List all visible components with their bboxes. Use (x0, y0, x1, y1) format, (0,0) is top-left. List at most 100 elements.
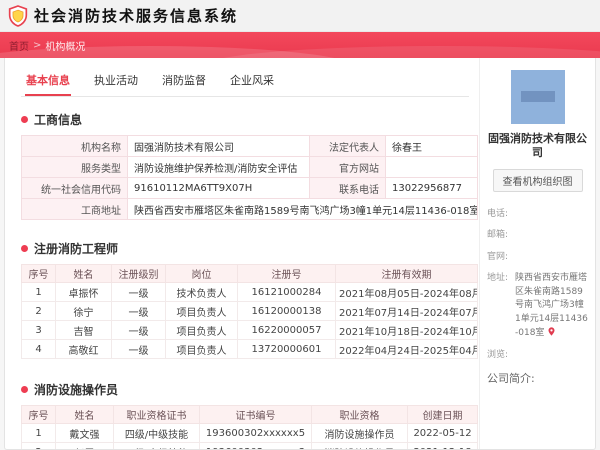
app-header: 社会消防技术服务信息系统 (0, 0, 600, 32)
column-header: 岗位 (165, 264, 238, 283)
table-cell: 2022年04月24日-2025年04月24日 (335, 339, 478, 359)
app-title: 社会消防技术服务信息系统 (34, 7, 239, 25)
table-cell: 高敬红 (55, 339, 112, 359)
column-header: 姓名 (55, 405, 114, 424)
page: 社会消防技术服务信息系统 首页 > 机构概况 基本信息 执业活动 消防监督 企业风采 … (0, 0, 600, 450)
business-info-table: 机构名称 固强消防技术有限公司 法定代表人 徐春王 服务类型 消防设施维护保养检测/消防安… (21, 135, 478, 220)
table-header-row: 序号 姓名 注册级别 岗位 注册号 注册有效期 (21, 264, 478, 283)
field-label: 官方网站 (309, 156, 386, 178)
column-header: 注册级别 (111, 264, 166, 283)
company-intro-label: 公司简介: (487, 372, 535, 386)
table-cell: 2022-05-12 (407, 423, 478, 443)
sidebar-field-label: 官网: (487, 251, 509, 262)
sidebar-field-label: 邮箱: (487, 230, 509, 241)
operators-table: 序号 姓名 职业资格证书 证书编号 职业资格 创建日期 1 戴文强 四级/中级技能 1936003… (21, 405, 478, 449)
tab-企业风采[interactable]: 企业风采 (229, 68, 275, 96)
table-cell: 吉智 (55, 320, 112, 340)
table-cell: 193600302xxxxxx5 (199, 423, 312, 443)
section-title-operators: 消防设施操作员 (34, 383, 119, 397)
company-sidebar: 固强消防技术有限公司 查看机构组织图 电话: 邮箱: 官网: 地址: 陕西省西安市雁塔区… (479, 58, 595, 449)
sidebar-field: 邮箱: (487, 229, 588, 243)
business-row: 统一社会信用代码 91610112MA6TT9X07H 联系电话 1302295687… (21, 177, 478, 199)
section-engineers: 注册消防工程师 序号 姓名 注册级别 岗位 注册号 注册有效期 1 卓振怀 一级 技术负责人 161… (21, 240, 478, 359)
table-cell: 消防设施操作员 (311, 442, 408, 449)
table-row: 2 徐宁 一级 项目负责人 16120000138 2021年07月14日-2024年07… (21, 301, 478, 321)
field-label: 统一社会信用代码 (21, 177, 128, 199)
column-header: 职业资格证书 (113, 405, 200, 424)
table-cell: 2021年08月05日-2024年08月05日 (335, 282, 478, 302)
table-cell: 技术负责人 (165, 282, 238, 302)
field-label: 机构名称 (21, 135, 128, 157)
tab-消防监督[interactable]: 消防监督 (161, 68, 207, 96)
column-header: 序号 (21, 405, 56, 424)
content-card: 基本信息 执业活动 消防监督 企业风采 工商信息 机构名称 固强消防技术有限公司 法定代表… (4, 58, 596, 450)
field-value: 固强消防技术有限公司 (127, 135, 310, 157)
table-cell: 2 (21, 442, 56, 449)
column-header: 序号 (21, 264, 56, 283)
table-cell: 一级 (111, 320, 166, 340)
table-cell: 13720000601 (237, 339, 336, 359)
sidebar-field-label: 地址: (487, 273, 509, 284)
table-cell: 193600302xxxxxx3 (199, 442, 312, 449)
tab-bar: 基本信息 执业活动 消防监督 企业风采 (21, 66, 469, 97)
sidebar-field: 地址: 陕西省西安市雁塔区朱雀南路1589号南飞鸿广场3幢1单元14层11436-… (487, 272, 588, 341)
business-row: 工商地址 陕西省西安市雁塔区朱雀南路1589号南飞鸿广场3幢1单元14层11436… (21, 198, 478, 220)
company-logo (510, 70, 565, 124)
field-value: 徐春王 (385, 135, 478, 157)
table-cell: 1 (21, 423, 56, 443)
shield-logo-icon (8, 4, 28, 27)
section-business-info: 工商信息 机构名称 固强消防技术有限公司 法定代表人 徐春王 服务类型 消防设施维护保养检… (21, 111, 478, 220)
table-cell: 消防设施操作员 (311, 423, 408, 443)
field-value: 陕西省西安市雁塔区朱雀南路1589号南飞鸿广场3幢1单元14层11436-018… (127, 198, 478, 220)
sidebar-field-label: 浏览: (487, 349, 509, 360)
sidebar-field: 官网: (487, 251, 588, 265)
field-label: 法定代表人 (309, 135, 386, 157)
column-header: 姓名 (55, 264, 112, 283)
column-header: 注册有效期 (335, 264, 478, 283)
sidebar-field: 浏览: (487, 349, 588, 363)
column-header: 注册号 (237, 264, 336, 283)
main-column: 基本信息 执业活动 消防监督 企业风采 工商信息 机构名称 固强消防技术有限公司 法定代表… (5, 58, 479, 449)
table-cell: 2021年07月14日-2024年07月14日 (335, 301, 478, 321)
table-cell: 项目负责人 (165, 339, 238, 359)
sidebar-field-value: 陕西省西安市雁塔区朱雀南路1589号南飞鸿广场3幢1单元14层11436-018… (515, 273, 588, 339)
company-name: 固强消防技术有限公司 (488, 132, 587, 160)
breadcrumb-separator: > (33, 39, 42, 51)
table-cell: 一级 (111, 339, 166, 359)
table-cell: 16220000057 (237, 320, 336, 340)
field-label: 服务类型 (21, 156, 128, 178)
business-row: 机构名称 固强消防技术有限公司 法定代表人 徐春王 (21, 135, 478, 157)
section-bullet-icon (21, 386, 28, 393)
table-cell: 四级/中级技能 (113, 442, 200, 449)
field-value: 消防设施维护保养检测/消防安全评估 (127, 156, 310, 178)
column-header: 创建日期 (407, 405, 478, 424)
location-pin-icon[interactable] (547, 327, 556, 338)
field-label: 联系电话 (309, 177, 386, 199)
table-cell: 16121000284 (237, 282, 336, 302)
table-row: 3 吉智 一级 项目负责人 16220000057 2021年10月18日-2024年10… (21, 320, 478, 340)
table-cell: 一级 (111, 282, 166, 302)
field-label: 工商地址 (21, 198, 128, 220)
section-title-business: 工商信息 (34, 113, 83, 127)
table-header-row: 序号 姓名 职业资格证书 证书编号 职业资格 创建日期 (21, 405, 478, 424)
section-bullet-icon (21, 245, 28, 252)
table-cell: 徐宁 (55, 301, 112, 321)
company-contact-fields: 电话: 邮箱: 官网: 地址: 陕西省西安市雁塔区朱雀南路1589号南飞鸿广场3幢1单元… (487, 208, 588, 363)
table-cell: 3 (21, 320, 56, 340)
column-header: 证书编号 (199, 405, 312, 424)
table-row: 4 高敬红 一级 项目负责人 13720000601 2022年04月24日-2025年0… (21, 339, 478, 359)
table-cell: 四级/中级技能 (113, 423, 200, 443)
field-value (385, 156, 478, 178)
table-row: 2赵霞四级/中级技能193600302xxxxxx3消防设施操作员2021-12… (21, 442, 478, 449)
tab-基本信息[interactable]: 基本信息 (25, 68, 71, 96)
sidebar-field-label: 电话: (487, 208, 509, 219)
table-cell: 4 (21, 339, 56, 359)
breadcrumb-home[interactable]: 首页 (9, 38, 29, 53)
section-bullet-icon (21, 116, 28, 123)
tab-执业活动[interactable]: 执业活动 (93, 68, 139, 96)
engineers-table: 序号 姓名 注册级别 岗位 注册号 注册有效期 1 卓振怀 一级 技术负责人 16121000284… (21, 264, 478, 359)
breadcrumb-current: 机构概况 (45, 41, 86, 53)
sidebar-field: 电话: (487, 208, 588, 222)
org-chart-button[interactable]: 查看机构组织图 (492, 168, 583, 192)
field-value: 91610112MA6TT9X07H (127, 177, 310, 199)
